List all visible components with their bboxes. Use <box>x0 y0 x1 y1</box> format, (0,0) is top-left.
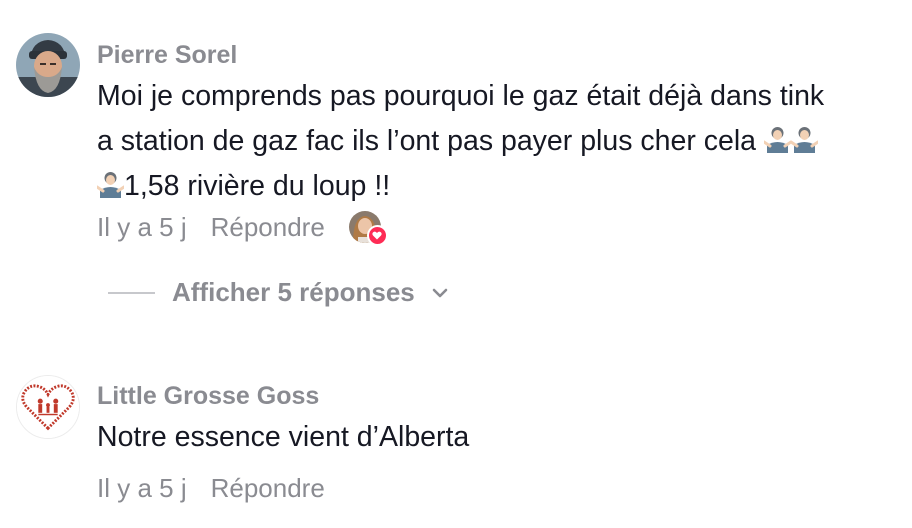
person-shrugging-emoji-icon <box>95 168 126 198</box>
creator-liked-indicator <box>348 211 388 246</box>
reply-button[interactable]: Répondre <box>211 473 325 504</box>
view-replies-button[interactable]: Afficher 5 réponses <box>108 277 450 308</box>
person-shrugging-emoji-icon <box>789 123 820 153</box>
comment-author[interactable]: Little Grosse Goss <box>97 382 319 411</box>
comment-text-span: a station de gaz fac ils l’ont pas payer… <box>97 125 757 157</box>
comment-text: Moi je comprends pas pourquoi le gaz éta… <box>95 74 897 209</box>
comment-text-line: Moi je comprends pas pourquoi le gaz éta… <box>97 80 825 112</box>
comment-author[interactable]: Pierre Sorel <box>97 41 237 70</box>
comment-meta: Il y a 5 j Répondre <box>97 211 388 246</box>
divider-line <box>108 291 155 294</box>
comment-item: Little Grosse Goss Notre essence vient d… <box>0 360 912 528</box>
comment-time: Il y a 5 j <box>97 473 187 503</box>
avatar[interactable] <box>16 33 80 97</box>
heart-icon <box>366 225 388 246</box>
reply-button[interactable]: Répondre <box>211 212 325 243</box>
comment-item: Pierre Sorel Moi je comprends pas pourqu… <box>0 0 912 260</box>
comment-text: Notre essence vient d’Alberta <box>97 421 470 453</box>
avatar[interactable] <box>16 375 80 439</box>
comment-time: Il y a 5 j <box>97 211 187 242</box>
comment-meta: Il y a 5 j Répondre <box>97 473 325 504</box>
view-replies-label: Afficher 5 réponses <box>172 277 415 307</box>
person-shrugging-emoji-icon <box>762 123 793 153</box>
chevron-down-icon <box>432 288 448 297</box>
comment-text-line: a station de gaz fac ils l’ont pas payer… <box>97 119 897 164</box>
comment-text-span: 1,58 rivière du loup !! <box>124 170 391 202</box>
comment-text-line: 1,58 rivière du loup !! <box>95 164 897 209</box>
